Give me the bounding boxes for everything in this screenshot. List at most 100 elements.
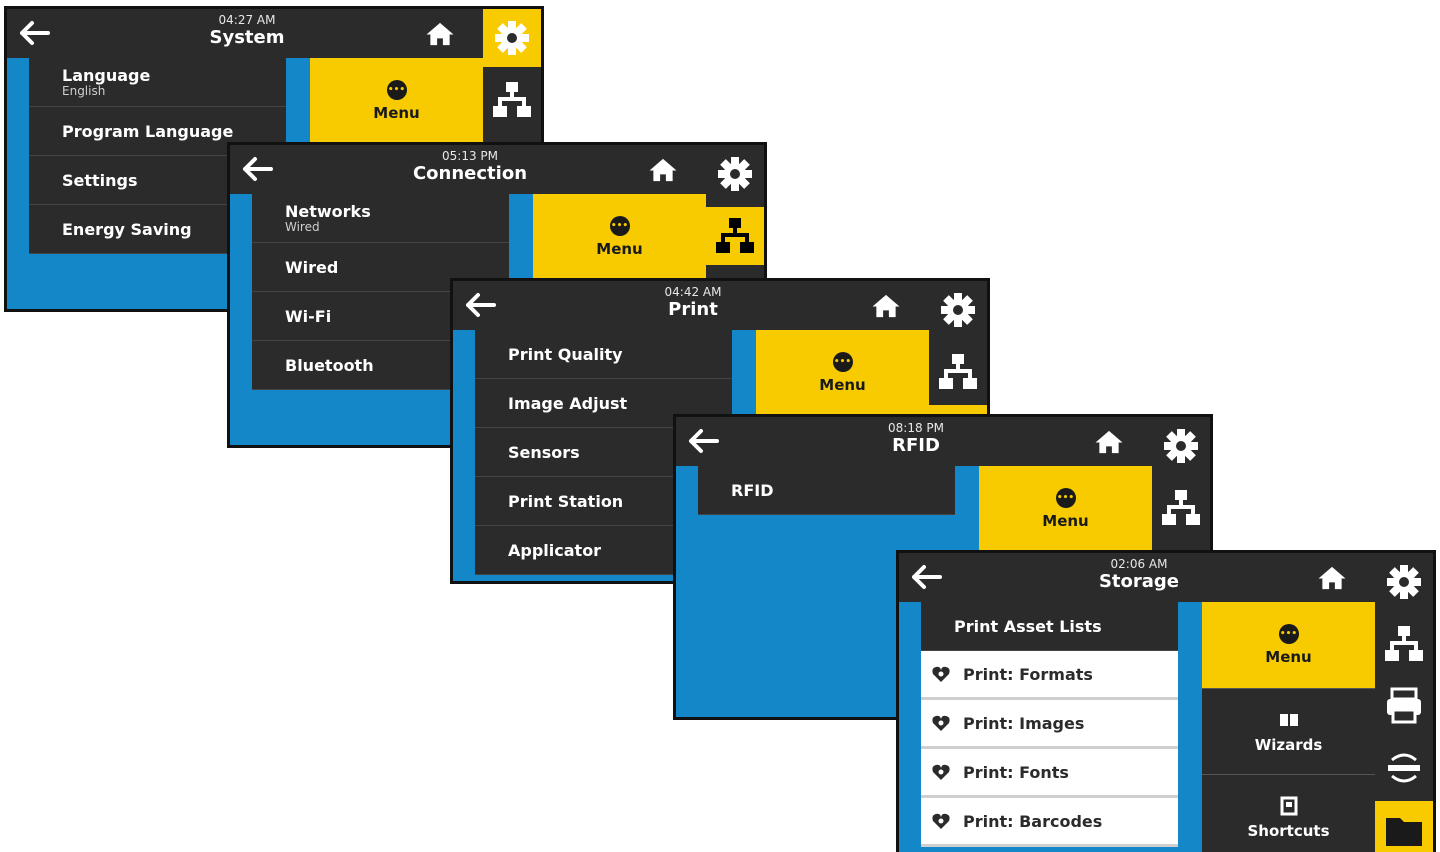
menu-button[interactable]: ••• Menu: [756, 330, 929, 416]
gear-icon: [495, 21, 529, 55]
home-icon[interactable]: [425, 21, 455, 47]
menu-dots-icon: •••: [1278, 624, 1299, 644]
list-item-label: Image Adjust: [508, 393, 628, 413]
sidebar-network-button[interactable]: [1152, 479, 1210, 537]
heart-icon: [932, 715, 950, 731]
menu-button[interactable]: ••• Menu: [979, 466, 1152, 552]
list-item[interactable]: RFID: [698, 466, 955, 515]
wizards-label: Wizards: [1254, 735, 1323, 754]
list-item-label: Language: [62, 66, 151, 85]
wizards-button[interactable]: Wizards: [1202, 688, 1375, 774]
book-icon: [1279, 713, 1298, 726]
page-title: System: [209, 27, 285, 48]
list-item-label: Print: Images: [963, 713, 1085, 733]
list-item[interactable]: Print: Images: [921, 700, 1178, 749]
heart-icon: [932, 666, 950, 682]
back-arrow-icon[interactable]: [240, 153, 276, 185]
menu-button[interactable]: ••• Menu: [310, 58, 483, 144]
back-arrow-icon[interactable]: [463, 289, 499, 321]
menu-dots-icon: •••: [1055, 488, 1076, 508]
sidebar-print-button[interactable]: [1375, 677, 1433, 735]
menu-dots-icon: •••: [609, 216, 630, 236]
title-box: 04:42 AM Print: [603, 286, 783, 321]
list-item-label: Print: Fonts: [963, 762, 1069, 782]
folder-icon: [1386, 818, 1422, 846]
clock: 02:06 AM: [1110, 557, 1168, 571]
title-box: 08:18 PM RFID: [826, 421, 1006, 457]
clock: 08:18 PM: [888, 421, 944, 435]
title-box: 05:13 PM Connection: [380, 149, 560, 185]
menu-label: Menu: [1265, 648, 1312, 666]
header-bar: 08:18 PM RFID: [676, 417, 1152, 466]
list-item-label: Program Language: [62, 121, 234, 141]
back-arrow-icon[interactable]: [909, 561, 945, 593]
menu-label: Menu: [819, 376, 866, 394]
list-item[interactable]: Print: Barcodes: [921, 798, 1178, 847]
list-item-header[interactable]: Print Asset Lists: [921, 602, 1178, 651]
gear-icon: [1164, 429, 1198, 463]
list-item-label: RFID: [731, 480, 774, 500]
sidebar: [1375, 553, 1433, 852]
list-item[interactable]: Language English: [29, 58, 286, 107]
network-icon: [716, 218, 754, 253]
list-item-value: English: [62, 84, 106, 98]
home-icon[interactable]: [1094, 429, 1124, 455]
shortcuts-button[interactable]: Shortcuts: [1202, 774, 1375, 852]
network-icon: [1385, 626, 1423, 661]
storage-panel: 02:06 AM Storage ••• Menu Wizards Shortc…: [896, 550, 1436, 852]
clock: 05:13 PM: [442, 149, 498, 163]
menu-label: Menu: [373, 104, 420, 122]
menu-button[interactable]: ••• Menu: [533, 194, 706, 280]
gear-icon: [718, 157, 752, 191]
header-bar: 04:42 AM Print: [453, 281, 929, 330]
gear-icon: [941, 293, 975, 327]
sidebar-settings-button[interactable]: [1152, 417, 1210, 475]
clock: 04:27 AM: [218, 13, 276, 27]
menu-dots-icon: •••: [832, 352, 853, 372]
menu-dots-icon: •••: [386, 80, 407, 100]
menu-label: Menu: [596, 240, 643, 258]
shortcuts-label: Shortcuts: [1247, 821, 1330, 840]
list-item[interactable]: Print Quality: [475, 330, 732, 379]
menu-list: RFID: [698, 466, 955, 515]
sidebar-network-button[interactable]: [706, 207, 764, 265]
sidebar-network-button[interactable]: [1375, 615, 1433, 673]
list-item-value: Wired: [285, 220, 320, 234]
sidebar-network-button[interactable]: [929, 343, 987, 401]
sidebar-settings-button[interactable]: [929, 281, 987, 339]
header-bar: 02:06 AM Storage: [899, 553, 1375, 602]
network-icon: [939, 354, 977, 389]
shortcut-icon: [1280, 796, 1297, 815]
header-bar: 05:13 PM Connection: [230, 145, 706, 194]
sidebar-settings-button[interactable]: [483, 9, 541, 67]
sidebar-settings-button[interactable]: [1375, 553, 1433, 611]
network-icon: [493, 82, 531, 117]
page-title: RFID: [892, 435, 940, 456]
list-item[interactable]: Networks Wired: [252, 194, 509, 243]
home-icon[interactable]: [871, 293, 901, 319]
sidebar-settings-button[interactable]: [706, 145, 764, 203]
rfid-icon: [1386, 753, 1422, 783]
menu-button[interactable]: ••• Menu: [1202, 602, 1375, 688]
list-item-label: Print Asset Lists: [954, 616, 1102, 636]
home-icon[interactable]: [648, 157, 678, 183]
back-arrow-icon[interactable]: [686, 425, 722, 457]
network-icon: [1162, 490, 1200, 525]
list-item-label: Print: Formats: [963, 664, 1093, 684]
sidebar-storage-button[interactable]: [1375, 801, 1433, 852]
list-item[interactable]: Print: Fonts: [921, 749, 1178, 798]
printer-icon: [1385, 687, 1423, 724]
home-icon[interactable]: [1317, 565, 1347, 591]
heart-icon: [932, 764, 950, 780]
heart-icon: [932, 813, 950, 829]
list-item[interactable]: Print: Formats: [921, 651, 1178, 700]
list-item-label: Print Quality: [508, 344, 623, 364]
list-item-label: Wired: [285, 257, 339, 277]
header-bar: 04:27 AM System: [7, 9, 483, 58]
list-item-label: Print: Barcodes: [963, 811, 1103, 831]
sidebar-rfid-button[interactable]: [1375, 739, 1433, 797]
sidebar-network-button[interactable]: [483, 71, 541, 129]
title-box: 02:06 AM Storage: [1049, 557, 1229, 593]
list-item-label: Networks: [285, 202, 371, 221]
back-arrow-icon[interactable]: [17, 17, 53, 49]
